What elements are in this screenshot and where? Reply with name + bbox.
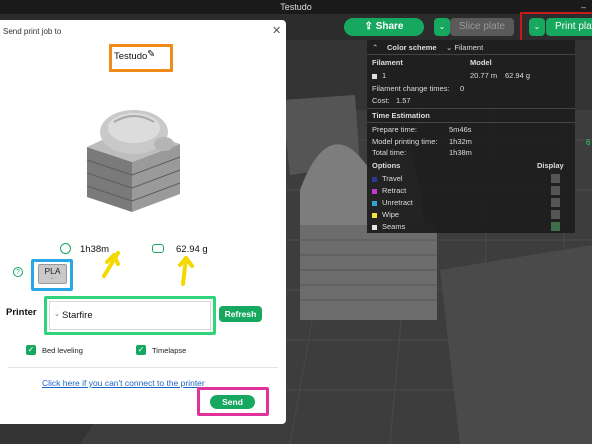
prepare-time-value: 5m46s xyxy=(449,125,472,134)
edit-icon[interactable]: ✎ xyxy=(147,49,155,60)
scheme-select[interactable]: ⌄ Filament xyxy=(446,43,483,52)
option-travel: Travel xyxy=(372,174,403,183)
chevron-down-icon: ⌄ xyxy=(50,275,55,281)
option-unretract: Unretract xyxy=(372,198,413,207)
divider xyxy=(367,122,575,123)
collapse-icon[interactable]: ⌃ xyxy=(372,43,378,52)
divider xyxy=(8,367,278,368)
filament-weight-icon xyxy=(152,244,164,253)
printer-select-value: Starfire xyxy=(62,310,93,321)
filament-length: 20.77 m xyxy=(470,71,498,80)
option-label: Wipe xyxy=(382,210,400,219)
printer-label: Printer xyxy=(6,307,37,318)
total-time-label: Total time: xyxy=(372,148,407,157)
option-label: Unretract xyxy=(382,198,413,207)
side-indicator: 6 xyxy=(586,138,591,147)
dialog-title: Send print job to xyxy=(3,27,62,36)
option-swatch xyxy=(372,212,377,218)
refresh-button[interactable]: Refresh xyxy=(219,306,262,322)
chevron-down-icon: ⌄ xyxy=(446,43,453,52)
display-toggle-wipe[interactable] xyxy=(551,210,560,219)
model-time-label: Model printing time: xyxy=(372,137,438,146)
filament-chip[interactable]: PLA ⌄ xyxy=(38,264,67,284)
chevron-down-icon: ⌄ xyxy=(533,22,541,31)
print-plate-button[interactable]: Print plate xyxy=(546,18,592,36)
cost-label: Cost: xyxy=(372,96,390,105)
option-seams: Seams xyxy=(372,222,405,231)
slice-plate-label: Slice plate xyxy=(458,21,506,32)
timelapse-label: Timelapse xyxy=(152,346,187,355)
display-toggle-unretract[interactable] xyxy=(551,198,560,207)
cost-value: 1.57 xyxy=(396,96,411,105)
chevron-down-icon: ⌄ xyxy=(438,22,446,31)
option-wipe: Wipe xyxy=(372,210,399,219)
share-button[interactable]: ⇪ Share xyxy=(344,18,424,36)
option-retract: Retract xyxy=(372,186,406,195)
filament-weight: 62.94 g xyxy=(505,71,531,80)
display-header: Display xyxy=(537,161,564,170)
printer-select[interactable]: ⌄ Starfire xyxy=(49,301,211,330)
option-swatch xyxy=(372,176,377,182)
color-scheme-header: ⌃ Color scheme ⌄ Filament xyxy=(367,40,575,55)
option-label: Retract xyxy=(382,186,407,195)
display-toggle-seams[interactable] xyxy=(551,222,560,231)
total-time-value: 1h38m xyxy=(449,148,472,157)
color-scheme-title: Color scheme xyxy=(387,43,437,52)
connection-help-link[interactable]: Click here if you can't connect to the p… xyxy=(42,378,205,388)
window-title: Testudo xyxy=(280,2,312,12)
prepare-time-label: Prepare time: xyxy=(372,125,418,134)
filament-id: 1 xyxy=(382,71,387,80)
slice-plate-button[interactable]: Slice plate xyxy=(450,18,514,36)
help-icon[interactable]: ? xyxy=(13,267,23,277)
filament-swatch xyxy=(372,73,377,79)
option-label: Seams xyxy=(382,222,406,231)
option-label: Travel xyxy=(382,174,403,183)
timelapse-checkbox[interactable]: ✓ xyxy=(136,345,146,355)
chevron-down-icon: ⌄ xyxy=(54,311,60,318)
close-icon[interactable]: ✕ xyxy=(272,24,281,37)
print-dropdown-button[interactable]: ⌄ xyxy=(529,18,545,36)
change-times-label: Filament change times: xyxy=(372,84,450,93)
model-time-value: 1h32m xyxy=(449,137,472,146)
color-scheme-panel: ⌃ Color scheme ⌄ Filament Filament Model… xyxy=(367,40,575,233)
model-thumbnail xyxy=(86,110,181,212)
option-swatch xyxy=(372,188,377,194)
display-toggle-retract[interactable] xyxy=(551,186,560,195)
model-column-header: Model xyxy=(470,58,492,67)
filament-column-header: Filament xyxy=(372,58,403,67)
option-swatch xyxy=(372,224,377,230)
send-print-job-dialog: Send print job to ✕ Testudo ✎ 1h38m 62.9… xyxy=(0,20,286,424)
bed-leveling-label: Bed leveling xyxy=(42,346,83,355)
display-toggle-travel[interactable] xyxy=(551,174,560,183)
option-swatch xyxy=(372,200,377,206)
clock-icon xyxy=(60,243,71,254)
print-plate-label: Print plate xyxy=(555,21,592,32)
scheme-select-value: Filament xyxy=(454,43,484,52)
change-times-value: 0 xyxy=(460,84,465,93)
time-estimation-header: Time Estimation xyxy=(372,111,430,120)
slice-dropdown-button[interactable]: ⌄ xyxy=(434,18,450,36)
window-title-bar: Testudo – xyxy=(0,0,592,14)
options-header: Options xyxy=(372,161,401,170)
divider xyxy=(367,108,575,109)
filament-row: 1 xyxy=(372,71,386,80)
bed-leveling-checkbox[interactable]: ✓ xyxy=(26,345,36,355)
share-label: Share xyxy=(375,21,404,32)
share-icon: ⇪ xyxy=(364,21,373,32)
print-time: 1h38m xyxy=(80,244,110,255)
send-button[interactable]: Send xyxy=(210,395,255,409)
model-name: Testudo xyxy=(114,51,148,62)
filament-weight: 62.94 g xyxy=(176,244,208,255)
